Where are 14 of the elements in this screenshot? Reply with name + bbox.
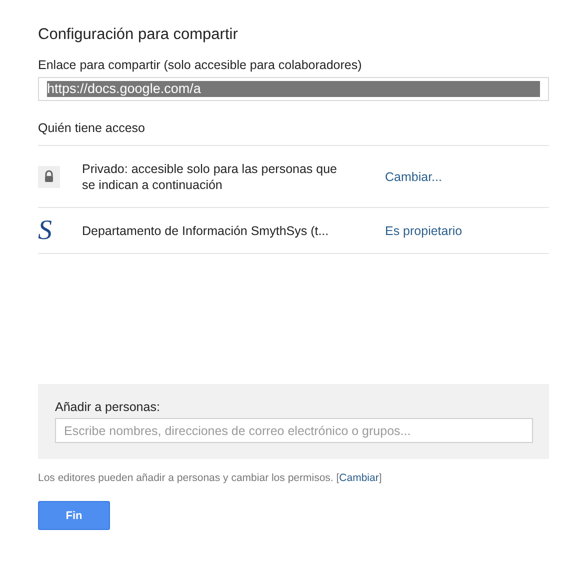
add-people-field[interactable]: Escribe nombres, direcciones de correo electrónico o grupos... — [55, 418, 533, 443]
access-link[interactable]: Cambiar... — [385, 170, 442, 184]
access-link[interactable]: Es propietario — [385, 224, 462, 238]
owner-logo-icon: S — [38, 216, 52, 244]
access-heading: Quién tiene acceso — [38, 121, 549, 146]
link-label: Enlace para compartir (solo accesible para colaboradores) — [38, 58, 363, 72]
permissions-note: Los editores pueden añadir a personas y cambiar los permisos. [Cambiar] — [38, 472, 383, 484]
change-link[interactable]: Cambiar — [339, 472, 379, 484]
link-field[interactable]: https://docs.google.com/a — [38, 77, 549, 101]
access-text: Departamento de Información SmythSys (t... — [82, 222, 330, 238]
lock-icon — [38, 166, 60, 188]
dialog-title: Configuración para compartir — [38, 26, 239, 44]
add-people-label: Añadir a personas: — [55, 400, 161, 414]
access-text: Privado: accesible solo para las personas que se indican a continuación — [82, 160, 338, 192]
